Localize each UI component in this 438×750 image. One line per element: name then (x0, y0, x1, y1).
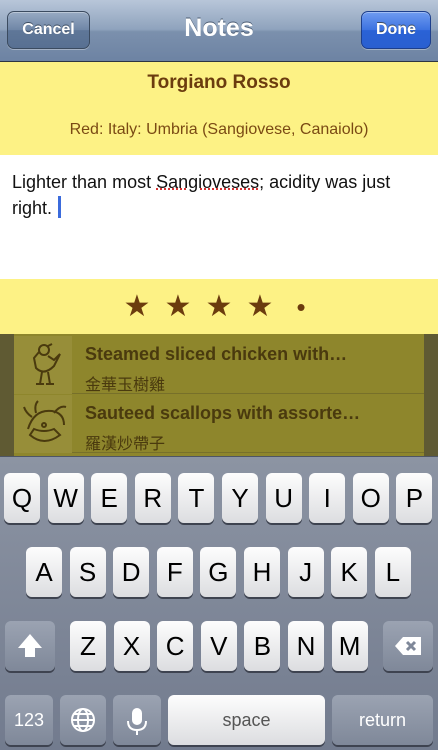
globe-icon (71, 708, 95, 732)
key-t[interactable]: T (178, 473, 215, 523)
key-r[interactable]: R (134, 473, 171, 523)
backspace-icon (395, 637, 421, 655)
shift-key[interactable] (5, 621, 55, 671)
key-v[interactable]: V (200, 621, 237, 671)
wine-details: Red: Italy: Umbria (Sangiovese, Canaiolo… (69, 121, 369, 138)
key-h[interactable]: H (244, 547, 280, 597)
done-button[interactable]: Done (361, 11, 431, 49)
key-p[interactable]: P (396, 473, 433, 523)
chicken-icon (14, 336, 72, 394)
key-i[interactable]: I (309, 473, 346, 523)
rating-star-filled-icon[interactable]: ★ (158, 289, 199, 324)
key-j[interactable]: J (287, 547, 324, 597)
key-u[interactable]: U (265, 473, 302, 523)
wine-name: Torgiano Rosso (147, 72, 291, 93)
globe-key[interactable] (60, 695, 106, 745)
key-d[interactable]: D (113, 547, 150, 597)
numbers-key[interactable]: 123 (5, 695, 53, 745)
dish-title: Steamed sliced chicken with… (85, 344, 348, 364)
key-s[interactable]: S (69, 547, 106, 597)
key-b[interactable]: B (244, 621, 281, 671)
key-z[interactable]: Z (70, 621, 106, 671)
dish-title: Sauteed scallops with assorte… (85, 403, 361, 423)
dish-subtitle: 金華玉樹雞 (85, 377, 166, 394)
navigation-bar: Cancel Notes Done (0, 0, 438, 62)
rating-star-empty-icon[interactable]: • (281, 294, 322, 320)
key-x[interactable]: X (113, 621, 150, 671)
key-a[interactable]: A (26, 547, 62, 597)
microphone-icon (127, 708, 147, 735)
key-n[interactable]: N (288, 621, 324, 671)
key-y[interactable]: Y (222, 473, 258, 523)
on-screen-keyboard: 123 space return QWERTYUIOP ASDFGHJKL ZXCV… (0, 456, 438, 750)
shift-arrow-icon (18, 634, 42, 657)
key-c[interactable]: C (157, 621, 194, 671)
rating-star-filled-icon[interactable]: ★ (199, 289, 240, 324)
key-q[interactable]: Q (4, 473, 40, 523)
rating-control[interactable]: ★ ★ ★ ★ • (0, 279, 438, 334)
list-item[interactable]: Steamed sliced chicken with… 金華玉樹雞 (14, 336, 424, 394)
scallop-icon (14, 395, 72, 453)
dish-subtitle: 羅漢炒帶子 (85, 436, 166, 453)
notes-text-area[interactable]: Lighter than most Sangioveses; acidity w… (0, 155, 438, 279)
key-m[interactable]: M (331, 621, 368, 671)
rating-star-filled-icon[interactable]: ★ (117, 289, 158, 324)
delete-key[interactable] (383, 621, 433, 671)
space-key[interactable]: space (168, 695, 325, 745)
key-g[interactable]: G (200, 547, 237, 597)
key-l[interactable]: L (374, 547, 411, 597)
key-f[interactable]: F (156, 547, 193, 597)
key-k[interactable]: K (331, 547, 368, 597)
key-w[interactable]: W (47, 473, 84, 523)
key-e[interactable]: E (91, 473, 128, 523)
key-o[interactable]: O (352, 473, 389, 523)
dish-list: Steamed sliced chicken with… 金華玉樹雞 Saute… (0, 334, 438, 456)
return-key[interactable]: return (332, 695, 433, 745)
dictation-key[interactable] (113, 695, 161, 745)
list-item[interactable]: Sauteed scallops with assorte… 羅漢炒帶子 (14, 395, 424, 453)
text-cursor (58, 196, 62, 218)
misspelled-word[interactable]: Sangioveses (156, 172, 259, 192)
notes-text-before: Lighter than most (12, 172, 157, 192)
wine-header: Torgiano Rosso Red: Italy: Umbria (Sangi… (0, 62, 438, 155)
rating-star-filled-icon[interactable]: ★ (240, 289, 281, 324)
